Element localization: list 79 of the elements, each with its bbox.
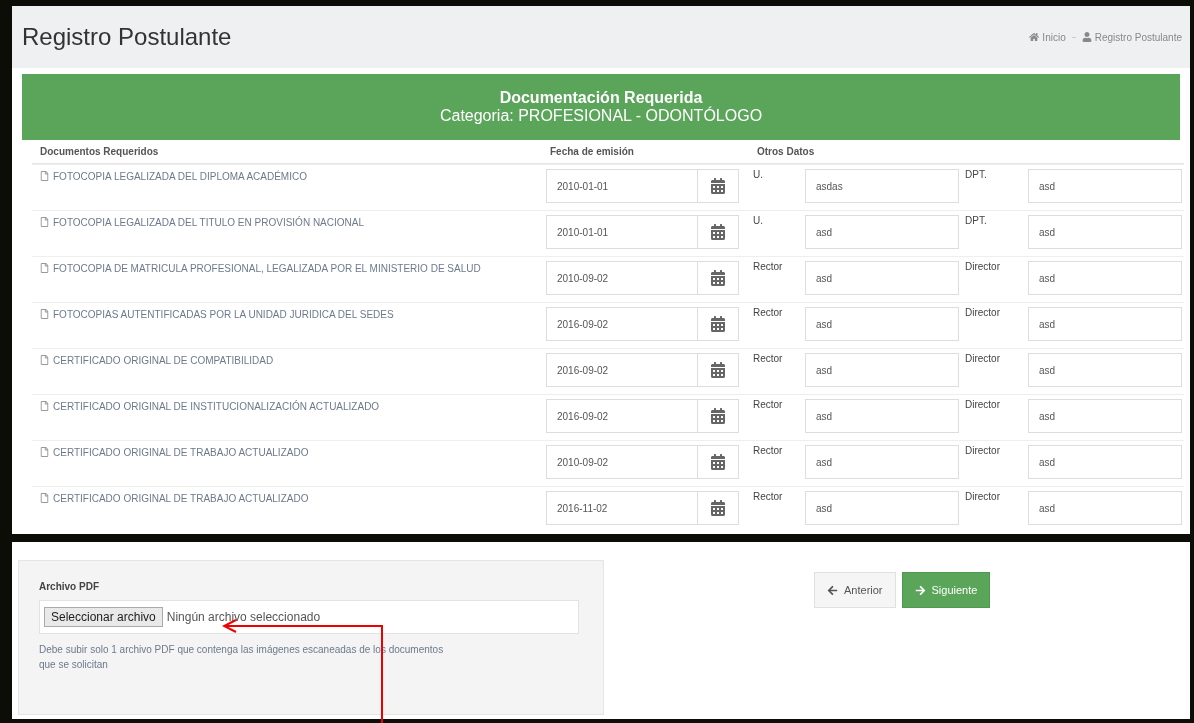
file-input[interactable]: Seleccionar archivo Ningún archivo seleccionado: [39, 600, 579, 634]
field-label: Rector: [753, 353, 783, 364]
document-icon: [40, 493, 49, 503]
field-label: U.: [753, 169, 763, 180]
field-label: Rector: [753, 399, 783, 410]
input-field[interactable]: asd: [1028, 445, 1182, 479]
document-icon: [40, 171, 49, 181]
field-label: Director: [965, 353, 1000, 364]
input-field[interactable]: asd: [805, 491, 959, 525]
field-label: Rector: [753, 261, 783, 272]
field-label: Director: [965, 445, 1000, 456]
calendar-icon[interactable]: [710, 224, 726, 240]
input-field[interactable]: asd: [805, 215, 959, 249]
document-name: CERTIFICADO ORIGINAL DE INSTITUCIONALIZACIÓN ACTUALIZADO: [36, 399, 380, 414]
field-label: Rector: [753, 491, 783, 502]
date-field[interactable]: 2016-09-02: [546, 399, 739, 433]
document-name: CERTIFICADO ORIGINAL DE TRABAJO ACTUALIZADO: [36, 491, 309, 506]
date-field[interactable]: 2010-09-02: [546, 261, 739, 295]
document-icon: [40, 263, 49, 273]
document-icon: [40, 217, 49, 227]
document-icon: [40, 309, 49, 319]
input-field[interactable]: asdas: [805, 169, 959, 203]
field-label: Director: [965, 399, 1000, 410]
input-field[interactable]: asd: [1028, 353, 1182, 387]
document-name: CERTIFICADO ORIGINAL DE TRABAJO ACTUALIZADO: [36, 445, 309, 460]
column-header: Fecha de emisión: [542, 140, 749, 164]
document-icon: [40, 401, 49, 411]
input-field[interactable]: asd: [1028, 169, 1182, 203]
file-status: Ningún archivo seleccionado: [166, 610, 321, 624]
calendar-icon[interactable]: [710, 500, 726, 516]
field-label: DPT.: [965, 169, 987, 180]
calendar-icon[interactable]: [710, 178, 726, 194]
input-field[interactable]: asd: [1028, 215, 1182, 249]
calendar-icon[interactable]: [710, 408, 726, 424]
arrow-left-icon: [827, 584, 838, 596]
input-field[interactable]: asd: [805, 353, 959, 387]
input-field[interactable]: asd: [805, 261, 959, 295]
document-icon: [40, 355, 49, 365]
field-label: Rector: [753, 445, 783, 456]
column-header: Otros Datos: [749, 140, 1184, 164]
user-icon: [1081, 32, 1092, 42]
document-name: CERTIFICADO ORIGINAL DE COMPATIBILIDAD: [36, 353, 274, 368]
input-field[interactable]: asd: [805, 445, 959, 479]
calendar-icon[interactable]: [710, 316, 726, 332]
document-name: FOTOCOPIA LEGALIZADA DEL TITULO EN PROVISIÓN NACIONAL: [36, 215, 364, 230]
document-icon: [40, 447, 49, 457]
back-button[interactable]: Anterior: [814, 572, 896, 608]
date-field[interactable]: 2010-01-01: [546, 215, 739, 249]
input-field[interactable]: asd: [1028, 399, 1182, 433]
field-label: U.: [753, 215, 763, 226]
field-label: Rector: [753, 307, 783, 318]
calendar-icon[interactable]: [710, 270, 726, 286]
field-label: DPT.: [965, 215, 987, 226]
banner-title: Documentación Requerida: [499, 89, 703, 106]
arrow-right-icon: [914, 584, 926, 596]
banner-subtitle: Categoria: PROFESIONAL - ODONTÓLOGO: [439, 107, 763, 125]
input-field[interactable]: asd: [1028, 491, 1182, 525]
date-field[interactable]: 2016-09-02: [546, 353, 739, 387]
document-name: FOTOCOPIAS AUTENTIFICADAS POR LA UNIDAD JURIDICA DEL SEDES: [36, 307, 394, 322]
date-field[interactable]: 2016-09-02: [546, 307, 739, 341]
input-field[interactable]: asd: [1028, 261, 1182, 295]
input-field[interactable]: asd: [805, 307, 959, 341]
field-label: Director: [965, 307, 1000, 318]
calendar-icon[interactable]: [710, 362, 726, 378]
input-field[interactable]: asd: [1028, 307, 1182, 341]
upload-label: Archivo PDF: [39, 581, 100, 592]
page-title: Registro Postulante: [22, 23, 232, 51]
document-name: FOTOCOPIA DE MATRICULA PROFESIONAL, LEGALIZADA POR EL MINISTERIO DE SALUD: [36, 261, 481, 276]
field-label: Director: [965, 491, 1000, 502]
document-name: FOTOCOPIA LEGALIZADA DEL DIPLOMA ACADÉMICO: [36, 169, 307, 184]
choose-file-button[interactable]: Seleccionar archivo: [44, 607, 163, 627]
calendar-icon[interactable]: [710, 454, 726, 470]
date-field[interactable]: 2016-11-02: [546, 491, 739, 525]
home-icon: [1029, 32, 1040, 42]
date-field[interactable]: 2010-09-02: [546, 445, 739, 479]
date-field[interactable]: 2010-01-01: [546, 169, 739, 203]
input-field[interactable]: asd: [805, 399, 959, 433]
field-label: Director: [965, 261, 1000, 272]
column-header: Documentos Requeridos: [32, 140, 542, 164]
